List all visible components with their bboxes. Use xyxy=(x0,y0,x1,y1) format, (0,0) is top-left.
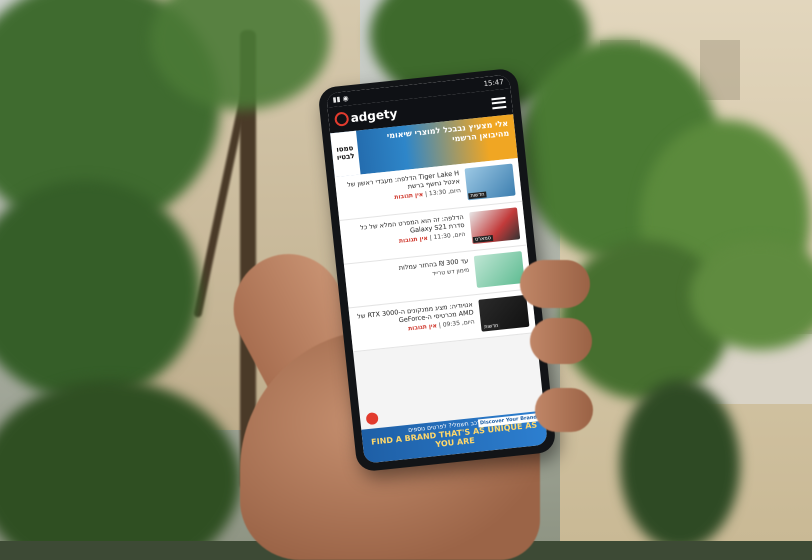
notification-bell-icon[interactable] xyxy=(365,411,379,426)
article-thumbnail[interactable]: חדשות xyxy=(478,294,530,332)
article-comments[interactable]: אין תגובות xyxy=(408,323,438,333)
article-time: היום, 13:30 xyxy=(428,187,462,198)
sponsored-thumbnail[interactable] xyxy=(473,251,525,288)
hand-finger xyxy=(520,260,590,308)
hamburger-menu-icon[interactable] xyxy=(491,96,507,109)
article-thumbnail[interactable]: חדשות xyxy=(464,163,516,201)
hand-finger xyxy=(535,388,593,432)
gadgety-logo[interactable]: adgety xyxy=(334,106,398,127)
article-tag: סמארט xyxy=(472,234,494,244)
article-thumbnail[interactable]: סמארט xyxy=(469,207,521,245)
smartphone: ▮▮ ◉ 15:47 adgety סמסו לבטיו אלי מצעיץ נ… xyxy=(317,67,557,473)
logo-g-icon xyxy=(334,111,350,127)
article-comments[interactable]: אין תגובות xyxy=(394,191,424,201)
logo-text: adgety xyxy=(349,106,399,126)
status-icons: ▮▮ ◉ xyxy=(332,94,350,104)
article-tag: חדשות xyxy=(481,322,501,331)
article-time: היום, 09:35 xyxy=(442,318,476,329)
hand-finger xyxy=(530,318,592,364)
article-tag: חדשות xyxy=(468,191,487,200)
article-time: היום, 11:30 xyxy=(433,231,466,242)
foliage xyxy=(620,380,740,541)
article-comments[interactable]: אין תגובות xyxy=(399,235,429,245)
article-feed: חדשות Tiger Lake H הדלפה: מעבדי ראשון של… xyxy=(334,157,537,353)
phone-screen: ▮▮ ◉ 15:47 adgety סמסו לבטיו אלי מצעיץ נ… xyxy=(325,74,548,464)
status-time: 15:47 xyxy=(483,78,505,89)
building-window xyxy=(700,40,740,100)
sponsored-source: מימון דש טרייד xyxy=(431,266,470,278)
